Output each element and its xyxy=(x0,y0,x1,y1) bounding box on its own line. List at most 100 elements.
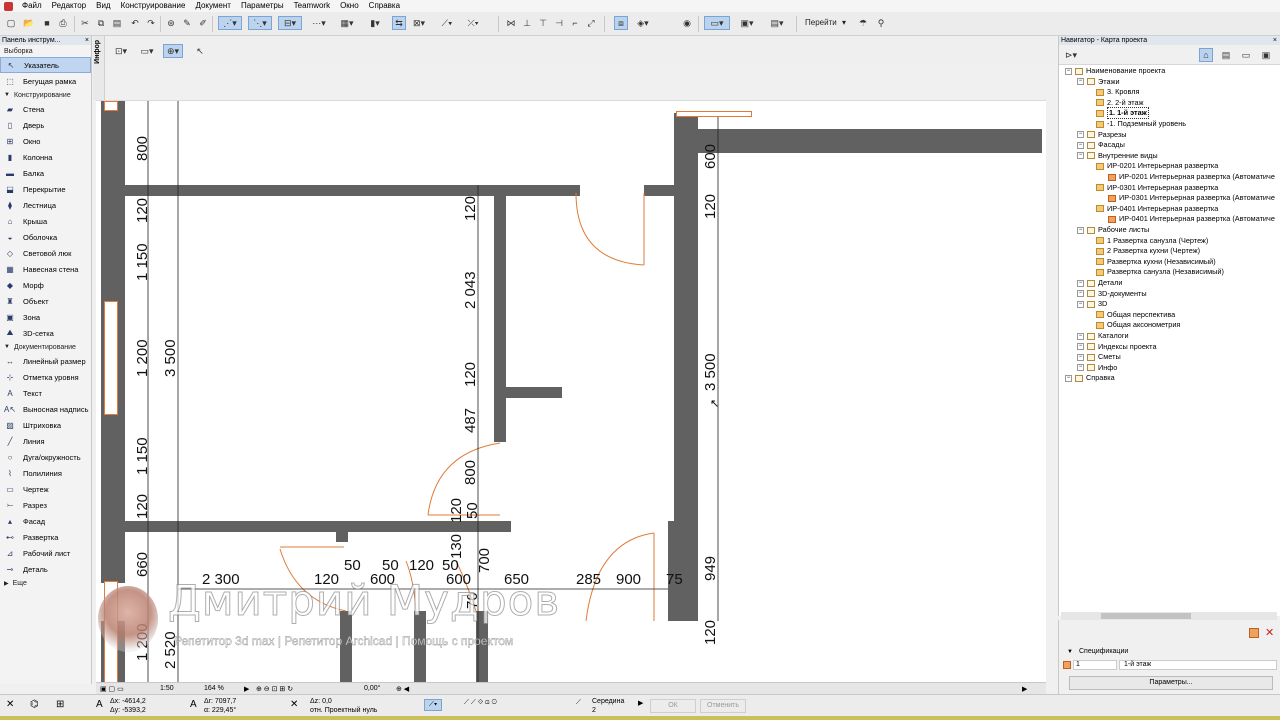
explode-icon[interactable]: ⟋▾ xyxy=(436,16,458,30)
tree-item[interactable]: − Фасады xyxy=(1077,140,1125,150)
expand-icon[interactable]: ▼ xyxy=(1067,649,1073,655)
tool-line[interactable]: ╱ Линия xyxy=(0,433,91,449)
tool-fill[interactable]: ▨ Штриховка xyxy=(0,417,91,433)
tree-item[interactable]: − Рабочие листы xyxy=(1077,225,1149,235)
menu-edit[interactable]: Редактор xyxy=(47,0,91,12)
adjust-icon[interactable]: ⊤ xyxy=(536,16,550,30)
tree-item[interactable]: 1 Развертка санузла (Чертеж) xyxy=(1089,236,1208,246)
expand-icon[interactable]: − xyxy=(1077,279,1084,287)
expand-icon[interactable] xyxy=(1089,247,1093,255)
magic-wand-icon[interactable]: ⋰▾ xyxy=(218,16,242,30)
expand-icon[interactable]: − xyxy=(1077,226,1084,234)
elements-filter-icon[interactable]: ▦▾ xyxy=(336,16,358,30)
paste-icon[interactable]: ▤ xyxy=(110,16,124,30)
tree-item[interactable]: − Сметы xyxy=(1077,352,1121,362)
pen-set-icon[interactable]: ▮▾ xyxy=(364,16,386,30)
project-map-icon[interactable]: ⌂ xyxy=(1199,48,1213,62)
expand-icon[interactable] xyxy=(1089,311,1093,319)
expand-icon[interactable] xyxy=(1089,120,1093,128)
tree-item[interactable]: ИР-0401 Интерьерная развертка xyxy=(1089,204,1218,214)
expand-icon[interactable] xyxy=(1089,268,1093,276)
expand-icon[interactable] xyxy=(1089,321,1093,329)
expand-icon[interactable] xyxy=(1089,205,1093,213)
layout-book-icon[interactable]: ▭ xyxy=(1239,48,1253,62)
spec-id-field[interactable]: 1 xyxy=(1073,660,1117,670)
expand-icon[interactable]: − xyxy=(1077,78,1084,86)
expand-icon[interactable] xyxy=(1101,194,1105,202)
selection-method-icon[interactable]: ▭▾ xyxy=(137,44,157,58)
expand-icon[interactable]: − xyxy=(1077,364,1084,372)
tool-object[interactable]: ♜ Объект xyxy=(0,293,91,309)
trace-icon[interactable]: ⋱▾ xyxy=(248,16,272,30)
expand-icon[interactable] xyxy=(1089,99,1093,107)
magnet-icon[interactable]: ⌬ xyxy=(30,699,39,710)
documentation-header[interactable]: ▼ Документирование xyxy=(0,341,91,353)
open-file-icon[interactable]: 📂 xyxy=(22,16,36,30)
snap-mode[interactable]: Середина xyxy=(592,698,624,705)
parameters-button[interactable]: Параметры... xyxy=(1069,676,1273,690)
split-icon[interactable]: ⤫▾ xyxy=(462,16,484,30)
tree-item[interactable]: -1. Подземный уровень xyxy=(1089,119,1186,129)
spec-name-field[interactable]: 1-й этаж xyxy=(1119,660,1277,670)
tool-section[interactable]: ⤚ Разрез xyxy=(0,497,91,513)
tool-detail[interactable]: ⊸ Деталь xyxy=(0,561,91,577)
tool-wall[interactable]: ▰ Стена xyxy=(0,101,91,117)
expand-icon[interactable] xyxy=(1101,215,1105,223)
copy-icon[interactable]: ⧉ xyxy=(94,16,108,30)
menu-options[interactable]: Параметры xyxy=(236,0,289,12)
tree-item[interactable]: Развертка санузла (Независимый) xyxy=(1089,267,1224,277)
tree-item[interactable]: ИР-0401 Интерьерная развертка (Автоматич… xyxy=(1101,214,1275,224)
offset-icon[interactable]: ⊠▾ xyxy=(408,16,430,30)
intersect-icon[interactable]: ⊣ xyxy=(552,16,566,30)
tree-item[interactable]: − Этажи xyxy=(1077,77,1120,87)
bim-server-icon[interactable]: ◉ xyxy=(680,16,694,30)
tool-mesh[interactable]: ⛰ 3D-сетка xyxy=(0,325,91,341)
expand-icon[interactable]: − xyxy=(1077,141,1084,149)
tree-item[interactable]: − Детали xyxy=(1077,278,1122,288)
expand-icon[interactable]: − xyxy=(1077,131,1084,139)
tool-interior-elevation[interactable]: ⊷ Развертка xyxy=(0,529,91,545)
horizontal-scrollbar[interactable] xyxy=(1061,612,1277,620)
construction-header[interactable]: ▼ Конструирование xyxy=(0,89,91,101)
expand-icon[interactable]: − xyxy=(1077,300,1084,308)
tree-item[interactable]: − Разрезы xyxy=(1077,130,1127,140)
goto-button[interactable]: Перейти xyxy=(805,18,837,27)
layers-icon[interactable]: ⊟▾ xyxy=(278,16,302,30)
new-file-icon[interactable]: ▢ xyxy=(4,16,18,30)
floor-plan-canvas[interactable]: 800 120 1 150 1 200 3 500 1 150 120 660 … xyxy=(96,100,1046,682)
grid-snap-icon[interactable]: ⋯▾ xyxy=(308,16,330,30)
expand-icon[interactable]: − xyxy=(1077,353,1084,361)
tree-item[interactable]: − Каталоги xyxy=(1077,331,1129,341)
tool-beam[interactable]: ▬ Балка xyxy=(0,165,91,181)
reference-level[interactable]: отн. Проектный нуль xyxy=(310,707,377,714)
scroll-right-icon[interactable]: ▶ xyxy=(1022,685,1027,693)
pick-up-icon[interactable]: ✎ xyxy=(180,16,194,30)
view-map-icon[interactable]: ▤ xyxy=(1219,48,1233,62)
tool-level-dimension[interactable]: ⊹ Отметка уровня xyxy=(0,369,91,385)
scale-value[interactable]: 1:50 xyxy=(160,685,174,692)
navigator-menu-icon[interactable]: ⊳▾ xyxy=(1061,48,1081,62)
arrow-icon[interactable]: ↖ xyxy=(193,44,207,58)
resize-icon[interactable]: ⤢ xyxy=(584,16,598,30)
print-icon[interactable]: ⎙ xyxy=(56,16,70,30)
inject-icon[interactable]: ✐ xyxy=(196,16,210,30)
close-icon[interactable]: ✕ xyxy=(1265,626,1274,639)
rotated-rect-icon[interactable]: ⊕▾ xyxy=(163,44,183,58)
publisher-icon[interactable]: ▣▾ xyxy=(736,16,758,30)
expand-icon[interactable]: − xyxy=(1065,67,1072,75)
expand-icon[interactable] xyxy=(1089,237,1093,245)
suspend-groups-icon[interactable]: ⇆ xyxy=(392,16,406,30)
tool-polyline[interactable]: ⌇ Полилиния xyxy=(0,465,91,481)
trim-icon[interactable]: ⊥ xyxy=(520,16,534,30)
expand-icon[interactable] xyxy=(1089,162,1093,170)
menu-design[interactable]: Конструирование xyxy=(116,0,191,12)
tool-morph[interactable]: ◆ Морф xyxy=(0,277,91,293)
dimension-icon[interactable]: ⋈ xyxy=(504,16,518,30)
expand-icon[interactable] xyxy=(1089,88,1093,96)
tree-item[interactable]: ИР-0301 Интерьерная развертка (Автоматич… xyxy=(1101,193,1275,203)
menu-help[interactable]: Справка xyxy=(364,0,405,12)
menu-window[interactable]: Окно xyxy=(335,0,364,12)
tree-item[interactable]: ИР-0201 Интерьерная развертка xyxy=(1089,161,1218,171)
tool-window[interactable]: ⊞ Окно xyxy=(0,133,91,149)
layout-book-icon[interactable]: ▭▾ xyxy=(704,16,730,30)
